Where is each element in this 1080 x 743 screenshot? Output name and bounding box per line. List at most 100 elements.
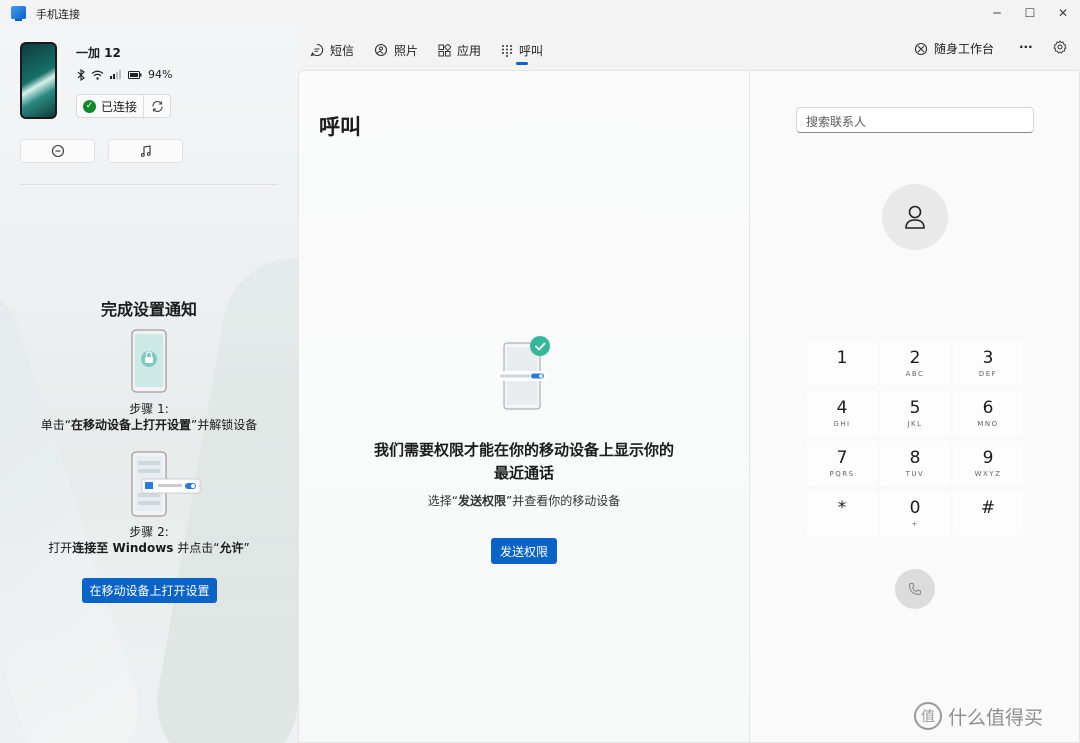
- active-tab-indicator: [516, 62, 528, 65]
- dial-key-letters: MNO: [977, 419, 999, 428]
- device-sidebar: 一加 12 94% ✓ 已连接 完成设置通知 步骤 1: 单击“在移动设备上打开…: [0, 26, 298, 743]
- tab-apps-label: 应用: [457, 43, 482, 58]
- dial-key-digit: 3: [982, 347, 994, 368]
- window-title: 手机连接: [36, 8, 80, 21]
- connection-status: ✓ 已连接: [77, 95, 145, 117]
- dial-key-digit: 1: [836, 347, 848, 368]
- refresh-icon: [152, 100, 163, 112]
- step2-phone-illustration: [131, 451, 201, 517]
- tab-messages[interactable]: 短信: [310, 40, 354, 60]
- calls-panel: 呼叫 我们需要权限才能在你的移动设备上显示你的 最近通话 选择“发送权限”并查看…: [299, 71, 749, 742]
- dial-key-letters: ABC: [905, 369, 925, 378]
- dial-key-digit: 4: [836, 397, 848, 418]
- dial-key[interactable]: 8 TUV: [880, 441, 950, 486]
- dial-key-digit: 2: [909, 347, 921, 368]
- maximize-button[interactable]: ☐: [1013, 0, 1047, 26]
- contact-avatar: [882, 184, 948, 250]
- main-content: 呼叫 我们需要权限才能在你的移动设备上显示你的 最近通话 选择“发送权限”并查看…: [298, 70, 1080, 743]
- watermark: 值 什么值得买: [914, 702, 1043, 730]
- apps-icon: [438, 43, 451, 56]
- step1-phone-illustration: [131, 329, 167, 393]
- close-button[interactable]: ✕: [1046, 0, 1080, 26]
- phone-icon: [908, 583, 921, 596]
- device-name: 一加 12: [76, 46, 121, 60]
- title-bar: 手机连接 ─ ☐ ✕: [0, 0, 1080, 26]
- dial-key[interactable]: 1: [807, 341, 877, 386]
- minimize-button[interactable]: ─: [980, 0, 1014, 26]
- watermark-logo-icon: 值: [914, 702, 942, 730]
- photo-icon: [374, 43, 388, 57]
- dial-key-digit: 8: [909, 447, 921, 468]
- companion-workspace-label: 随身工作台: [934, 42, 995, 56]
- tab-photos-label: 照片: [394, 43, 419, 58]
- do-not-disturb-button[interactable]: [20, 139, 95, 163]
- connection-status-label: 已连接: [101, 99, 138, 114]
- dialpad-icon: [502, 44, 512, 57]
- permission-title: 我们需要权限才能在你的移动设备上显示你的 最近通话: [373, 441, 674, 482]
- dialer-panel: 搜索联系人 1 2 ABC 3 DEF 4 GHI 5 JKL 6 MNO 7 PQRS 8 TUV 9 WXY…: [749, 71, 1079, 742]
- companion-workspace-button[interactable]: 随身工作台: [914, 40, 994, 57]
- page-title: 呼叫: [319, 115, 361, 139]
- signal-icon: [110, 70, 121, 79]
- tab-calls[interactable]: 呼叫: [501, 40, 543, 60]
- dial-key[interactable]: 7 PQRS: [807, 441, 877, 486]
- step2-description: 打开连接至 Windows 并点击“允许”: [48, 541, 250, 555]
- phone-link-app-icon: [11, 6, 26, 21]
- settings-button[interactable]: [1053, 40, 1067, 54]
- dial-key-letters: DEF: [978, 369, 998, 378]
- call-button[interactable]: [895, 569, 935, 609]
- dial-key-digit: 9: [982, 447, 994, 468]
- tab-apps[interactable]: 应用: [438, 40, 481, 60]
- connection-box: ✓ 已连接: [76, 94, 171, 118]
- dial-key-digit: 7: [836, 447, 848, 468]
- dial-key-digit: 6: [982, 397, 994, 418]
- sidebar-divider: [20, 184, 278, 185]
- dial-key-digit: #: [980, 497, 996, 518]
- dial-key-digit: *: [837, 497, 847, 518]
- step2-label: 步骤 2:: [129, 525, 169, 539]
- check-icon: ✓: [83, 99, 96, 113]
- search-contacts-input[interactable]: 搜索联系人: [796, 107, 1034, 133]
- step1-label: 步骤 1:: [129, 402, 169, 416]
- open-settings-on-device-button[interactable]: 在移动设备上打开设置: [82, 578, 217, 603]
- dial-key-letters: TUV: [905, 469, 925, 478]
- dial-key[interactable]: #: [953, 491, 1023, 536]
- device-status-row: 94%: [77, 68, 172, 81]
- battery-level: 94%: [148, 68, 173, 81]
- permission-illustration: [497, 336, 550, 410]
- dial-key-digit: 5: [909, 397, 921, 418]
- watermark-text: 什么值得买: [948, 706, 1044, 729]
- dial-key[interactable]: 0 +: [880, 491, 950, 536]
- refresh-button[interactable]: [144, 100, 170, 113]
- music-icon: [140, 145, 151, 157]
- tab-photos[interactable]: 照片: [374, 40, 418, 60]
- message-icon: [310, 43, 324, 57]
- dial-key[interactable]: 3 DEF: [953, 341, 1023, 386]
- dial-key[interactable]: 9 WXYZ: [953, 441, 1023, 486]
- tab-calls-label: 呼叫: [519, 43, 544, 58]
- dial-key-letters: WXYZ: [974, 469, 1002, 478]
- dial-key[interactable]: 4 GHI: [807, 391, 877, 436]
- dial-key-letters: +: [911, 519, 919, 528]
- audio-player-button[interactable]: [108, 139, 183, 163]
- setup-title: 完成设置通知: [100, 300, 197, 319]
- tab-messages-label: 短信: [330, 43, 355, 58]
- permission-description: 选择“发送权限”并查看你的移动设备: [427, 494, 621, 508]
- do-not-disturb-icon: [51, 144, 64, 158]
- dial-keypad: 1 2 ABC 3 DEF 4 GHI 5 JKL 6 MNO 7 PQRS 8 TUV 9 WXYZ * 0 + #: [807, 341, 1023, 536]
- dial-key[interactable]: 5 JKL: [880, 391, 950, 436]
- dial-key-letters: PQRS: [829, 469, 855, 478]
- battery-icon: [128, 70, 142, 79]
- dial-key-letters: GHI: [833, 419, 851, 428]
- top-nav: 短信 照片 应用 呼叫 随身工作台 ···: [298, 26, 1080, 70]
- dial-key[interactable]: *: [807, 491, 877, 536]
- dial-key[interactable]: 6 MNO: [953, 391, 1023, 436]
- bluetooth-icon: [77, 68, 85, 81]
- send-permission-button[interactable]: 发送权限: [491, 538, 557, 564]
- wifi-icon: [91, 70, 104, 80]
- dial-key-letters: JKL: [907, 419, 923, 428]
- companion-icon: [914, 42, 928, 55]
- more-options-button[interactable]: ···: [1019, 40, 1033, 54]
- dial-key[interactable]: 2 ABC: [880, 341, 950, 386]
- person-icon: [905, 205, 925, 229]
